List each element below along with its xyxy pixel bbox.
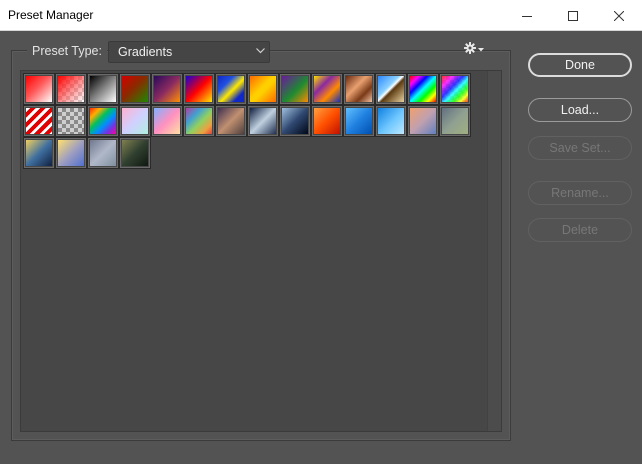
gradient-preview (442, 108, 468, 134)
gradient-preview (154, 108, 180, 134)
maximize-icon (568, 10, 578, 21)
gradient-swatch-black-white[interactable] (87, 73, 119, 105)
gradient-swatch-silver[interactable] (87, 137, 119, 169)
gradient-swatch-gold-violet[interactable] (55, 137, 87, 169)
rename-button[interactable]: Rename... (528, 181, 632, 205)
gradient-swatch-pastel-rainbow[interactable] (183, 105, 215, 137)
gradient-preview (218, 108, 244, 134)
preset-type-dropdown[interactable]: Gradients (108, 41, 270, 63)
gradient-preview (26, 76, 52, 102)
gradient-swatch-copper[interactable] (343, 73, 375, 105)
gradient-swatch-dark-olive[interactable] (119, 137, 151, 169)
gradient-swatch-red-green[interactable] (119, 73, 151, 105)
gradient-preview (26, 108, 52, 134)
gradient-swatch-night[interactable] (279, 105, 311, 137)
gradient-preview (378, 108, 404, 134)
gradient-swatch-blue-sky[interactable] (343, 105, 375, 137)
gradient-swatch-foreground-to-background[interactable] (23, 73, 55, 105)
gradient-swatch-grid (23, 73, 471, 169)
preset-type-value: Gradients (118, 45, 173, 59)
gradient-preview (314, 108, 340, 134)
gradient-preview (250, 76, 276, 102)
gradient-preview (122, 140, 148, 166)
gradient-swatch-blue-red-yellow[interactable] (183, 73, 215, 105)
close-icon (614, 10, 624, 21)
gradient-swatch-fire[interactable] (311, 105, 343, 137)
gradient-swatch-peach-blue[interactable] (407, 105, 439, 137)
panel-menu-button[interactable] (464, 41, 486, 55)
gradient-preview (90, 140, 116, 166)
gradient-swatch-panel[interactable] (20, 70, 502, 432)
gradient-swatch-rainbow-stripes[interactable] (87, 105, 119, 137)
gradient-swatch-chrome[interactable] (375, 73, 407, 105)
gradient-preview (58, 140, 84, 166)
gradient-preview (186, 76, 212, 102)
gradient-swatch-transparent-checker[interactable] (55, 105, 87, 137)
gradient-swatch-pastel-1[interactable] (119, 105, 151, 137)
preset-manager-window: Preset Manager Preset Type: Gradients Do… (0, 0, 642, 464)
gradient-preview (58, 76, 84, 102)
chevron-down-icon (256, 48, 265, 54)
gradient-swatch-orange-yellow-orange[interactable] (247, 73, 279, 105)
gear-icon (464, 42, 476, 54)
chevron-down-icon (478, 48, 484, 52)
gradient-swatch-spectrum[interactable] (407, 73, 439, 105)
gradient-preview (410, 108, 436, 134)
delete-button[interactable]: Delete (528, 218, 632, 242)
gradient-swatch-gold-navy[interactable] (23, 137, 55, 169)
maximize-button[interactable] (550, 0, 596, 31)
preset-type-label: Preset Type: (27, 44, 107, 58)
gradient-swatch-yellow-violet-orange-blue[interactable] (311, 73, 343, 105)
gradient-preview (90, 108, 116, 134)
gradient-swatch-steel[interactable] (247, 105, 279, 137)
done-button[interactable]: Done (528, 53, 632, 77)
gradient-preview (346, 108, 372, 134)
gradient-swatch-brown-grey[interactable] (215, 105, 247, 137)
gradient-preview (58, 108, 84, 134)
gradient-preview (122, 108, 148, 134)
gradient-swatch-transparent-stripes[interactable] (23, 105, 55, 137)
gradient-preview (154, 76, 180, 102)
gradient-preview (218, 76, 244, 102)
vertical-scrollbar[interactable] (487, 71, 501, 431)
gradient-preview (378, 76, 404, 102)
gradient-preview (410, 76, 436, 102)
gradient-swatch-pastel-2[interactable] (151, 105, 183, 137)
gradient-preview (250, 108, 276, 134)
gradient-preview (282, 108, 308, 134)
gradient-preview (90, 76, 116, 102)
gradient-preview (314, 76, 340, 102)
close-button[interactable] (596, 0, 642, 31)
gradient-preview (122, 76, 148, 102)
gradient-swatch-foreground-to-transparent[interactable] (55, 73, 87, 105)
gradient-swatch-sage[interactable] (439, 105, 471, 137)
title-bar[interactable]: Preset Manager (0, 0, 642, 31)
save-set-button[interactable]: Save Set... (528, 136, 632, 160)
gradient-swatch-violet-green-orange[interactable] (279, 73, 311, 105)
gradient-swatch-violet-orange[interactable] (151, 73, 183, 105)
gradient-preview (442, 76, 468, 102)
load-button[interactable]: Load... (528, 98, 632, 122)
gradient-preview (282, 76, 308, 102)
window-title: Preset Manager (8, 8, 94, 22)
gradient-preview (26, 140, 52, 166)
gradient-swatch-light-blue[interactable] (375, 105, 407, 137)
minimize-button[interactable] (504, 0, 550, 31)
gradient-swatch-transparent-rainbow[interactable] (439, 73, 471, 105)
minimize-icon (522, 15, 532, 17)
gradient-preview (346, 76, 372, 102)
gradient-preview (186, 108, 212, 134)
gradient-swatch-blue-yellow-blue[interactable] (215, 73, 247, 105)
